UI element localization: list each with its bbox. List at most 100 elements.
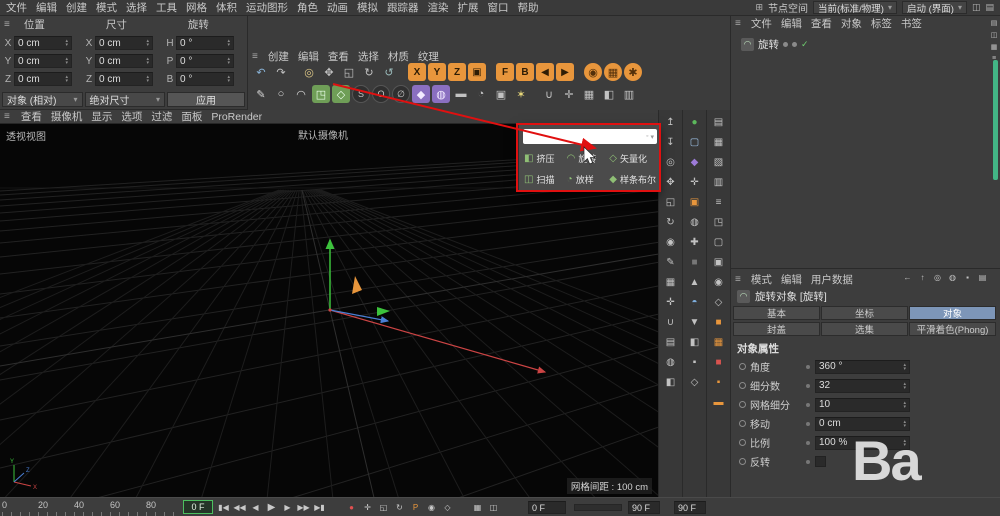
field-b-icon[interactable]: ◍ [686,213,704,231]
scale-tool-icon[interactable]: ◱ [340,63,358,81]
lock-x-button[interactable]: X [408,63,426,81]
rotate-icon[interactable]: ↻ [662,213,680,231]
value-stepper[interactable]: ▴▾ [65,75,68,83]
coord-mode-dropdown[interactable]: 对象 (相对)▾ [2,92,83,107]
goto-start-button[interactable]: ▮◀ [216,499,231,515]
object-manager-menu-item-2[interactable]: 查看 [811,16,832,31]
asset-icon[interactable]: ◳ [710,213,728,231]
panel-menu-icon[interactable]: ≡ [4,111,10,122]
move-tool-icon[interactable]: ✥ [320,63,338,81]
object-name[interactable]: 旋转 [758,37,779,52]
undo-icon[interactable]: ↶ [252,63,270,81]
viewport-menu-item-3[interactable]: 选项 [121,109,142,124]
param-checkbox-5[interactable] [815,456,826,467]
menubar-item-12[interactable]: 跟踪器 [387,0,419,15]
param-anim-dot[interactable] [806,441,810,445]
attr-tab-2[interactable]: 对象 [909,306,996,320]
panel-menu-icon[interactable]: ≡ [735,18,741,29]
grid-icon[interactable]: ▤ [662,333,680,351]
attr-tab2-0[interactable]: 封盖 [733,322,820,336]
add-icon[interactable]: ✚ [686,233,704,251]
lathe-object-icon[interactable]: ◠ [741,38,754,51]
deformer-icon[interactable]: ◆ [412,85,430,103]
coord-value-rotation-p[interactable]: 0 °▴▾ [176,54,234,68]
half-icon[interactable]: ◓ [686,293,704,311]
record-button[interactable]: ● [344,499,359,515]
object-manager-menu-item-0[interactable]: 文件 [751,16,772,31]
coord-system-icon[interactable]: ▣ [468,63,486,81]
menubar-item-3[interactable]: 模式 [96,0,117,15]
lock-y-button[interactable]: Y [428,63,446,81]
popup-item-vectorizer[interactable]: ◇矢量化 [607,148,656,168]
nav-next-button[interactable]: ▶ [556,63,574,81]
axis-icon[interactable]: ✛ [560,85,578,103]
coord-value-rotation-h[interactable]: 0 °▴▾ [176,36,234,50]
snap-s-icon[interactable]: S [352,85,370,103]
popup-item-loft[interactable]: ◔放样 [565,169,607,189]
viewport-menu-item-4[interactable]: 过滤 [151,109,172,124]
menubar-item-0[interactable]: 文件 [6,0,27,15]
select-filter-icon[interactable]: ◎ [662,153,680,171]
attribute-menu-item-1[interactable]: 编辑 [781,272,802,287]
value-stepper[interactable]: ▴▾ [65,39,68,47]
menubar-item-4[interactable]: 选择 [126,0,147,15]
lock-icon[interactable]: ▪ [962,272,973,283]
coord-value-position-z[interactable]: 0 cm▴▾ [14,72,72,86]
layers-icon[interactable]: ▧ [710,153,728,171]
axis-handle-cone[interactable] [352,276,362,294]
render-view-button[interactable]: ◉ [584,63,602,81]
value-stepper[interactable]: ▴▾ [146,39,149,47]
panel-tab-2-icon[interactable]: ◫ [990,30,999,39]
simulate-ball-icon[interactable]: ● [686,113,704,131]
menubar-item-1[interactable]: 编辑 [36,0,57,15]
layer-icon[interactable]: ◧ [662,373,680,391]
search-icon[interactable]: ◎ [932,272,943,283]
autokey-button[interactable]: ◉ [424,499,439,515]
panel-tab-3-icon[interactable]: ▦ [990,42,999,51]
sky-icon[interactable]: ◔ [472,85,490,103]
menubar-item-6[interactable]: 网格 [186,0,207,15]
layout-save-icon[interactable]: ◫ [972,2,981,13]
popup-item-spline-mask[interactable]: ◆样条布尔 [607,169,656,189]
param-value-0[interactable]: 360 °▴▾ [815,360,910,374]
popup-item-extrude[interactable]: ◧挤压 [522,148,564,168]
value-stepper[interactable]: ▴▾ [146,57,149,65]
menubar-item-9[interactable]: 角色 [297,0,318,15]
value-stepper[interactable]: ▴▾ [903,401,906,409]
redo-icon[interactable]: ↷ [272,63,290,81]
key-scale-icon[interactable]: ◱ [376,499,391,515]
upper-menu-item-3[interactable]: 选择 [358,49,379,64]
object-manager-scrollbar[interactable] [993,60,998,180]
deformer-b-icon[interactable]: ◆ [686,153,704,171]
upper-menu-item-1[interactable]: 编辑 [298,49,319,64]
floor-icon[interactable]: ▬ [452,85,470,103]
key-b-button[interactable]: B [516,63,534,81]
guides-icon[interactable]: ▥ [620,85,638,103]
range-frame-field[interactable]: 90 F [674,501,706,514]
coord-value-size-y[interactable]: 0 cm▴▾ [95,54,153,68]
coord-value-rotation-b[interactable]: 0 °▴▾ [176,72,234,86]
object-manager-menu-item-5[interactable]: 书签 [901,16,922,31]
popup-item-sweep[interactable]: ◫扫描 [522,169,564,189]
solo-icon[interactable]: ◉ [662,233,680,251]
value-stepper[interactable]: ▴▾ [903,382,906,390]
param-value-2[interactable]: 10▴▾ [815,398,910,412]
prev-key-button[interactable]: ◀◀ [232,499,247,515]
upper-menu-item-0[interactable]: 创建 [268,49,289,64]
object-manager-menu-item-4[interactable]: 标签 [871,16,892,31]
split-icon[interactable]: ◧ [686,333,704,351]
node-icon[interactable]: ◇ [710,293,728,311]
move-icon[interactable]: ✥ [662,173,680,191]
filter-icon[interactable]: ◍ [947,272,958,283]
attr-tab-0[interactable]: 基本 [733,306,820,320]
menubar-item-11[interactable]: 模拟 [357,0,378,15]
visibility-dot-render[interactable] [792,42,797,47]
workplane-icon[interactable]: ▦ [580,85,598,103]
rotate-tool-icon[interactable]: ↻ [360,63,378,81]
mesh-check-icon[interactable]: ▦ [662,273,680,291]
viewport-menu-item-0[interactable]: 查看 [21,109,42,124]
menubar-item-10[interactable]: 动画 [327,0,348,15]
content-browser-icon[interactable]: ▤ [710,113,728,131]
object-manager-menu-item-1[interactable]: 编辑 [781,16,802,31]
key-position-icon[interactable]: ✛ [360,499,375,515]
